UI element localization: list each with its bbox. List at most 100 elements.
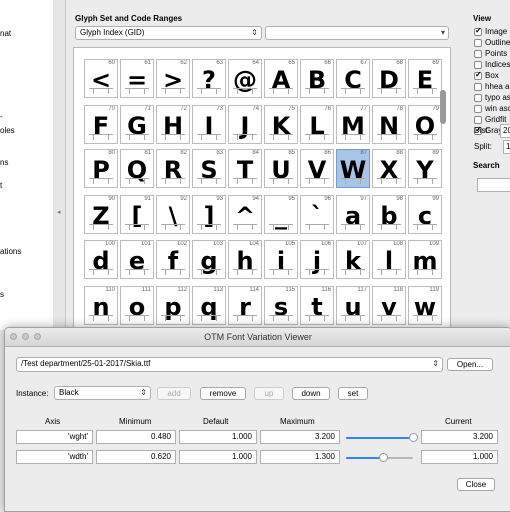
glyph-cell[interactable]: 80 P: [84, 149, 118, 188]
sidebar-item[interactable]: t: [0, 181, 2, 190]
glyph-cell[interactable]: 61 =: [120, 59, 154, 98]
glyph-cell[interactable]: 115 s: [264, 286, 298, 325]
glyph-cell[interactable]: 114 r: [228, 286, 262, 325]
axis-maximum[interactable]: 1.300: [260, 450, 340, 464]
glyph-cell[interactable]: 79 O: [408, 105, 442, 144]
glyph-cell[interactable]: 116 t: [300, 286, 334, 325]
glyph-cell[interactable]: 92 \: [156, 195, 190, 234]
glyph-cell[interactable]: 111 o: [120, 286, 154, 325]
sidebar-item[interactable]: ns: [0, 158, 8, 167]
glyph-cell[interactable]: 97 a: [336, 195, 370, 234]
glyph-cell[interactable]: 64 @: [228, 59, 262, 98]
sidebar-item[interactable]: oles: [0, 126, 15, 135]
view-option-checkbox[interactable]: [474, 105, 482, 113]
sidebar-item[interactable]: nat: [0, 29, 11, 38]
glyph-cell[interactable]: 95 _: [264, 195, 298, 234]
axis-slider[interactable]: [346, 433, 418, 442]
glyph-cell[interactable]: 91[: [120, 195, 154, 234]
glyph-cell[interactable]: 87 W: [336, 149, 370, 188]
sidebar-item[interactable]: s: [0, 290, 4, 299]
glyph-cell[interactable]: 63?: [192, 59, 226, 98]
view-option-checkbox[interactable]: [474, 26, 482, 36]
glyph-cell[interactable]: 102 f: [156, 240, 190, 279]
dialog-titlebar[interactable]: OTM Font Variation Viewer: [5, 328, 510, 347]
glyph-cell[interactable]: 78 N: [372, 105, 406, 144]
open-button[interactable]: Open...: [447, 358, 493, 371]
add-button[interactable]: add: [157, 387, 191, 400]
view-option-checkbox[interactable]: [474, 39, 482, 47]
glyph-cell[interactable]: 109 m: [408, 240, 442, 279]
up-button[interactable]: up: [254, 387, 284, 400]
sidebar-scrollbar[interactable]: [53, 0, 66, 330]
axis-current[interactable]: 1.000: [421, 450, 498, 464]
slider-knob[interactable]: [379, 453, 389, 462]
search-input[interactable]: [477, 178, 510, 192]
dist-field[interactable]: 20: [500, 124, 510, 138]
glyph-cell[interactable]: 118 v: [372, 286, 406, 325]
glyph-cell[interactable]: 90 Z: [84, 195, 118, 234]
glyph-cell[interactable]: 94 ^: [228, 195, 262, 234]
glyph-cell[interactable]: 107 k: [336, 240, 370, 279]
glyph-cell[interactable]: 86 V: [300, 149, 334, 188]
remove-button[interactable]: remove: [200, 387, 246, 400]
axis-maximum[interactable]: 3.200: [260, 430, 340, 444]
glyph-cell[interactable]: 105 i: [264, 240, 298, 279]
glyph-cell[interactable]: 119 w: [408, 286, 442, 325]
glyph-cell[interactable]: 69 E: [408, 59, 442, 98]
view-option-checkbox[interactable]: [474, 61, 482, 69]
down-button[interactable]: down: [292, 387, 330, 400]
glyph-cell[interactable]: 70 F: [84, 105, 118, 144]
split-field[interactable]: 1: [503, 140, 510, 154]
glyph-cell[interactable]: 75 K: [264, 105, 298, 144]
font-file-select[interactable]: /Test department/25-01-2017/Skia.ttf ⇕: [16, 357, 443, 372]
glyph-mode-select[interactable]: Glyph Index (GID) ⇕: [75, 26, 262, 40]
glyph-cell[interactable]: 76 L: [300, 105, 334, 144]
view-option-checkbox[interactable]: [474, 83, 482, 91]
glyph-cell[interactable]: 108 l: [372, 240, 406, 279]
axis-default[interactable]: 1.000: [179, 430, 257, 444]
glyph-cell[interactable]: 110 n: [84, 286, 118, 325]
glyph-cell[interactable]: 104 h: [228, 240, 262, 279]
glyph-cell[interactable]: 99 c: [408, 195, 442, 234]
view-option-checkbox[interactable]: [474, 50, 482, 58]
glyph-cell[interactable]: 65 A: [264, 59, 298, 98]
glyph-cell[interactable]: 117 u: [336, 286, 370, 325]
glyph-cell[interactable]: 60 <: [84, 59, 118, 98]
close-button[interactable]: Close: [457, 478, 495, 491]
glyph-cell[interactable]: 82 R: [156, 149, 190, 188]
glyph-cell[interactable]: 101 e: [120, 240, 154, 279]
glyph-cell[interactable]: 62 >: [156, 59, 190, 98]
axis-default[interactable]: 1.000: [179, 450, 257, 464]
glyph-cell[interactable]: 67 C: [336, 59, 370, 98]
glyph-cell[interactable]: 77 M: [336, 105, 370, 144]
glyph-cell[interactable]: 83 S: [192, 149, 226, 188]
glyph-cell[interactable]: 84 T: [228, 149, 262, 188]
glyph-cell[interactable]: 68 D: [372, 59, 406, 98]
set-button[interactable]: set: [338, 387, 368, 400]
view-option-checkbox[interactable]: [474, 116, 482, 124]
glyph-cell[interactable]: 88 X: [372, 149, 406, 188]
sidebar-item[interactable]: ations: [0, 247, 21, 256]
axis-slider[interactable]: [346, 453, 413, 462]
splitter-handle[interactable]: ◂: [57, 208, 61, 216]
glyph-cell[interactable]: 74 J: [228, 105, 262, 144]
glyph-cell[interactable]: 89 Y: [408, 149, 442, 188]
code-range-select[interactable]: ▾: [265, 26, 449, 40]
glyph-cell[interactable]: 100 d: [84, 240, 118, 279]
glyph-cell[interactable]: 103 g: [192, 240, 226, 279]
axis-current[interactable]: 3.200: [421, 430, 498, 444]
glyph-cell[interactable]: 66 B: [300, 59, 334, 98]
glyph-grid-scrollbar[interactable]: [440, 90, 446, 124]
sidebar-item[interactable]: -: [0, 112, 3, 121]
view-option-checkbox[interactable]: [474, 94, 482, 102]
glyph-cell[interactable]: 73 I: [192, 105, 226, 144]
instance-select[interactable]: Black ⇕: [54, 386, 151, 400]
glyph-cell[interactable]: 71 G: [120, 105, 154, 144]
glyph-cell[interactable]: 72 H: [156, 105, 190, 144]
slider-knob[interactable]: [408, 433, 418, 442]
view-option-checkbox[interactable]: [474, 70, 482, 80]
glyph-cell[interactable]: 81 Q: [120, 149, 154, 188]
axis-minimum[interactable]: 0.480: [96, 430, 176, 444]
glyph-cell[interactable]: 106 j: [300, 240, 334, 279]
glyph-cell[interactable]: 112 p: [156, 286, 190, 325]
